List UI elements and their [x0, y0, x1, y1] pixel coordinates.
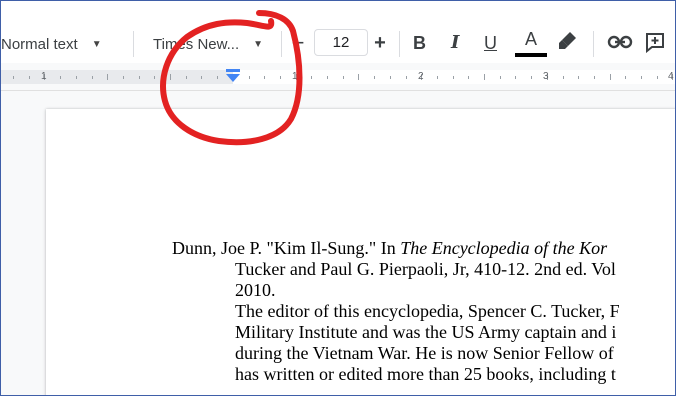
ruler-tick [170, 74, 171, 80]
add-comment-button[interactable] [644, 31, 666, 54]
ruler-tick [625, 76, 627, 79]
annotation-line: has written or edited more than 25 books… [235, 364, 616, 384]
font-size-input[interactable]: 12 [314, 29, 368, 56]
horizontal-ruler[interactable]: 1 1 2 3 4 [1, 63, 675, 91]
annotation-line: during the Vietnam War. He is now Senior… [235, 343, 614, 363]
ruler-tick [107, 74, 109, 80]
app-window: Normal text ▼ Times New... ▼ − 12 + B I … [0, 0, 676, 396]
highlighter-icon [559, 32, 576, 49]
toolbar-divider [281, 31, 282, 57]
ruler-tick [562, 76, 564, 79]
ruler-tick [327, 76, 328, 79]
insert-link-button[interactable] [607, 31, 633, 53]
ruler-tick [656, 76, 658, 79]
ruler-tick [75, 76, 77, 79]
increase-font-size-button[interactable]: + [369, 30, 391, 56]
citation-line: Dunn, Joe P. "Kim Il-Sung." In The Encyc… [172, 238, 607, 259]
ruler-tick [374, 76, 376, 79]
text-color-swatch [515, 53, 547, 57]
ruler-tick [201, 76, 203, 79]
text-color-button[interactable]: A [521, 28, 541, 50]
citation-line: 2010. [235, 280, 276, 300]
citation-line: Tucker and Paul G. Pierpaoli, Jr, 410-12… [235, 259, 616, 279]
ruler-tick [185, 76, 187, 79]
ruler-left-margin [1, 70, 233, 84]
formatting-toolbar: Normal text ▼ Times New... ▼ − 12 + B I … [1, 1, 675, 63]
font-family-label: Times New... [153, 35, 240, 53]
ruler-tick [436, 76, 438, 79]
ruler-tick [342, 76, 344, 79]
ruler-tick [13, 76, 14, 79]
citation-text: Dunn, Joe P. "Kim Il-Sung." In [172, 238, 401, 258]
ruler-tick [279, 76, 281, 79]
ruler-tick [499, 76, 501, 79]
toolbar-divider [399, 31, 400, 57]
ruler-tick [154, 76, 156, 79]
ruler-tick [311, 76, 313, 79]
ruler-tick [578, 76, 580, 79]
bold-button[interactable]: B [413, 30, 426, 56]
font-family-dropdown[interactable]: Times New... ▼ [153, 32, 263, 56]
annotation-line: Military Institute and was the US Army c… [235, 322, 617, 342]
toolbar-divider [593, 31, 594, 57]
ruler-tick [593, 76, 595, 79]
citation-book-title: The Encyclopedia of the Kor [400, 238, 608, 258]
paragraph-style-dropdown[interactable]: Normal text ▼ [1, 32, 102, 56]
ruler-tick [358, 74, 360, 80]
ruler-tick [531, 76, 533, 79]
document-page[interactable]: Dunn, Joe P. "Kim Il-Sung." In The Encyc… [46, 109, 675, 395]
italic-button[interactable]: I [451, 30, 459, 56]
ruler-tick [91, 76, 93, 79]
ruler-tick [468, 76, 470, 79]
highlight-color-button[interactable] [557, 29, 579, 53]
ruler-tick [389, 76, 391, 79]
annotation-line: The editor of this encyclopedia, Spencer… [235, 301, 620, 321]
ruler-tick [138, 76, 140, 79]
link-icon [607, 35, 633, 49]
ruler-tick [217, 76, 219, 79]
decrease-font-size-button[interactable]: − [288, 30, 308, 56]
ruler-tick [60, 76, 62, 79]
toolbar-divider [133, 31, 134, 57]
ruler-label: 1 [41, 71, 47, 82]
ruler-tick [641, 76, 642, 79]
ruler-tick [264, 76, 266, 79]
ruler-tick [28, 76, 30, 79]
ruler-tick [609, 74, 611, 80]
left-indent-marker[interactable] [224, 69, 242, 83]
ruler-tick [405, 76, 407, 79]
underline-button[interactable]: U [484, 30, 497, 56]
ruler-label: 3 [543, 71, 549, 82]
ruler-tick [122, 76, 124, 79]
ruler-tick [452, 76, 454, 79]
ruler-tick [484, 74, 485, 80]
add-comment-icon [646, 33, 664, 54]
ruler-tick [248, 76, 250, 79]
ruler-label: 2 [418, 71, 424, 82]
chevron-down-icon: ▼ [253, 38, 264, 50]
chevron-down-icon: ▼ [91, 38, 102, 50]
ruler-label: 4 [668, 71, 674, 82]
ruler-tick [515, 76, 517, 79]
ruler-label: 1 [292, 71, 298, 82]
paragraph-style-label: Normal text [1, 35, 78, 53]
